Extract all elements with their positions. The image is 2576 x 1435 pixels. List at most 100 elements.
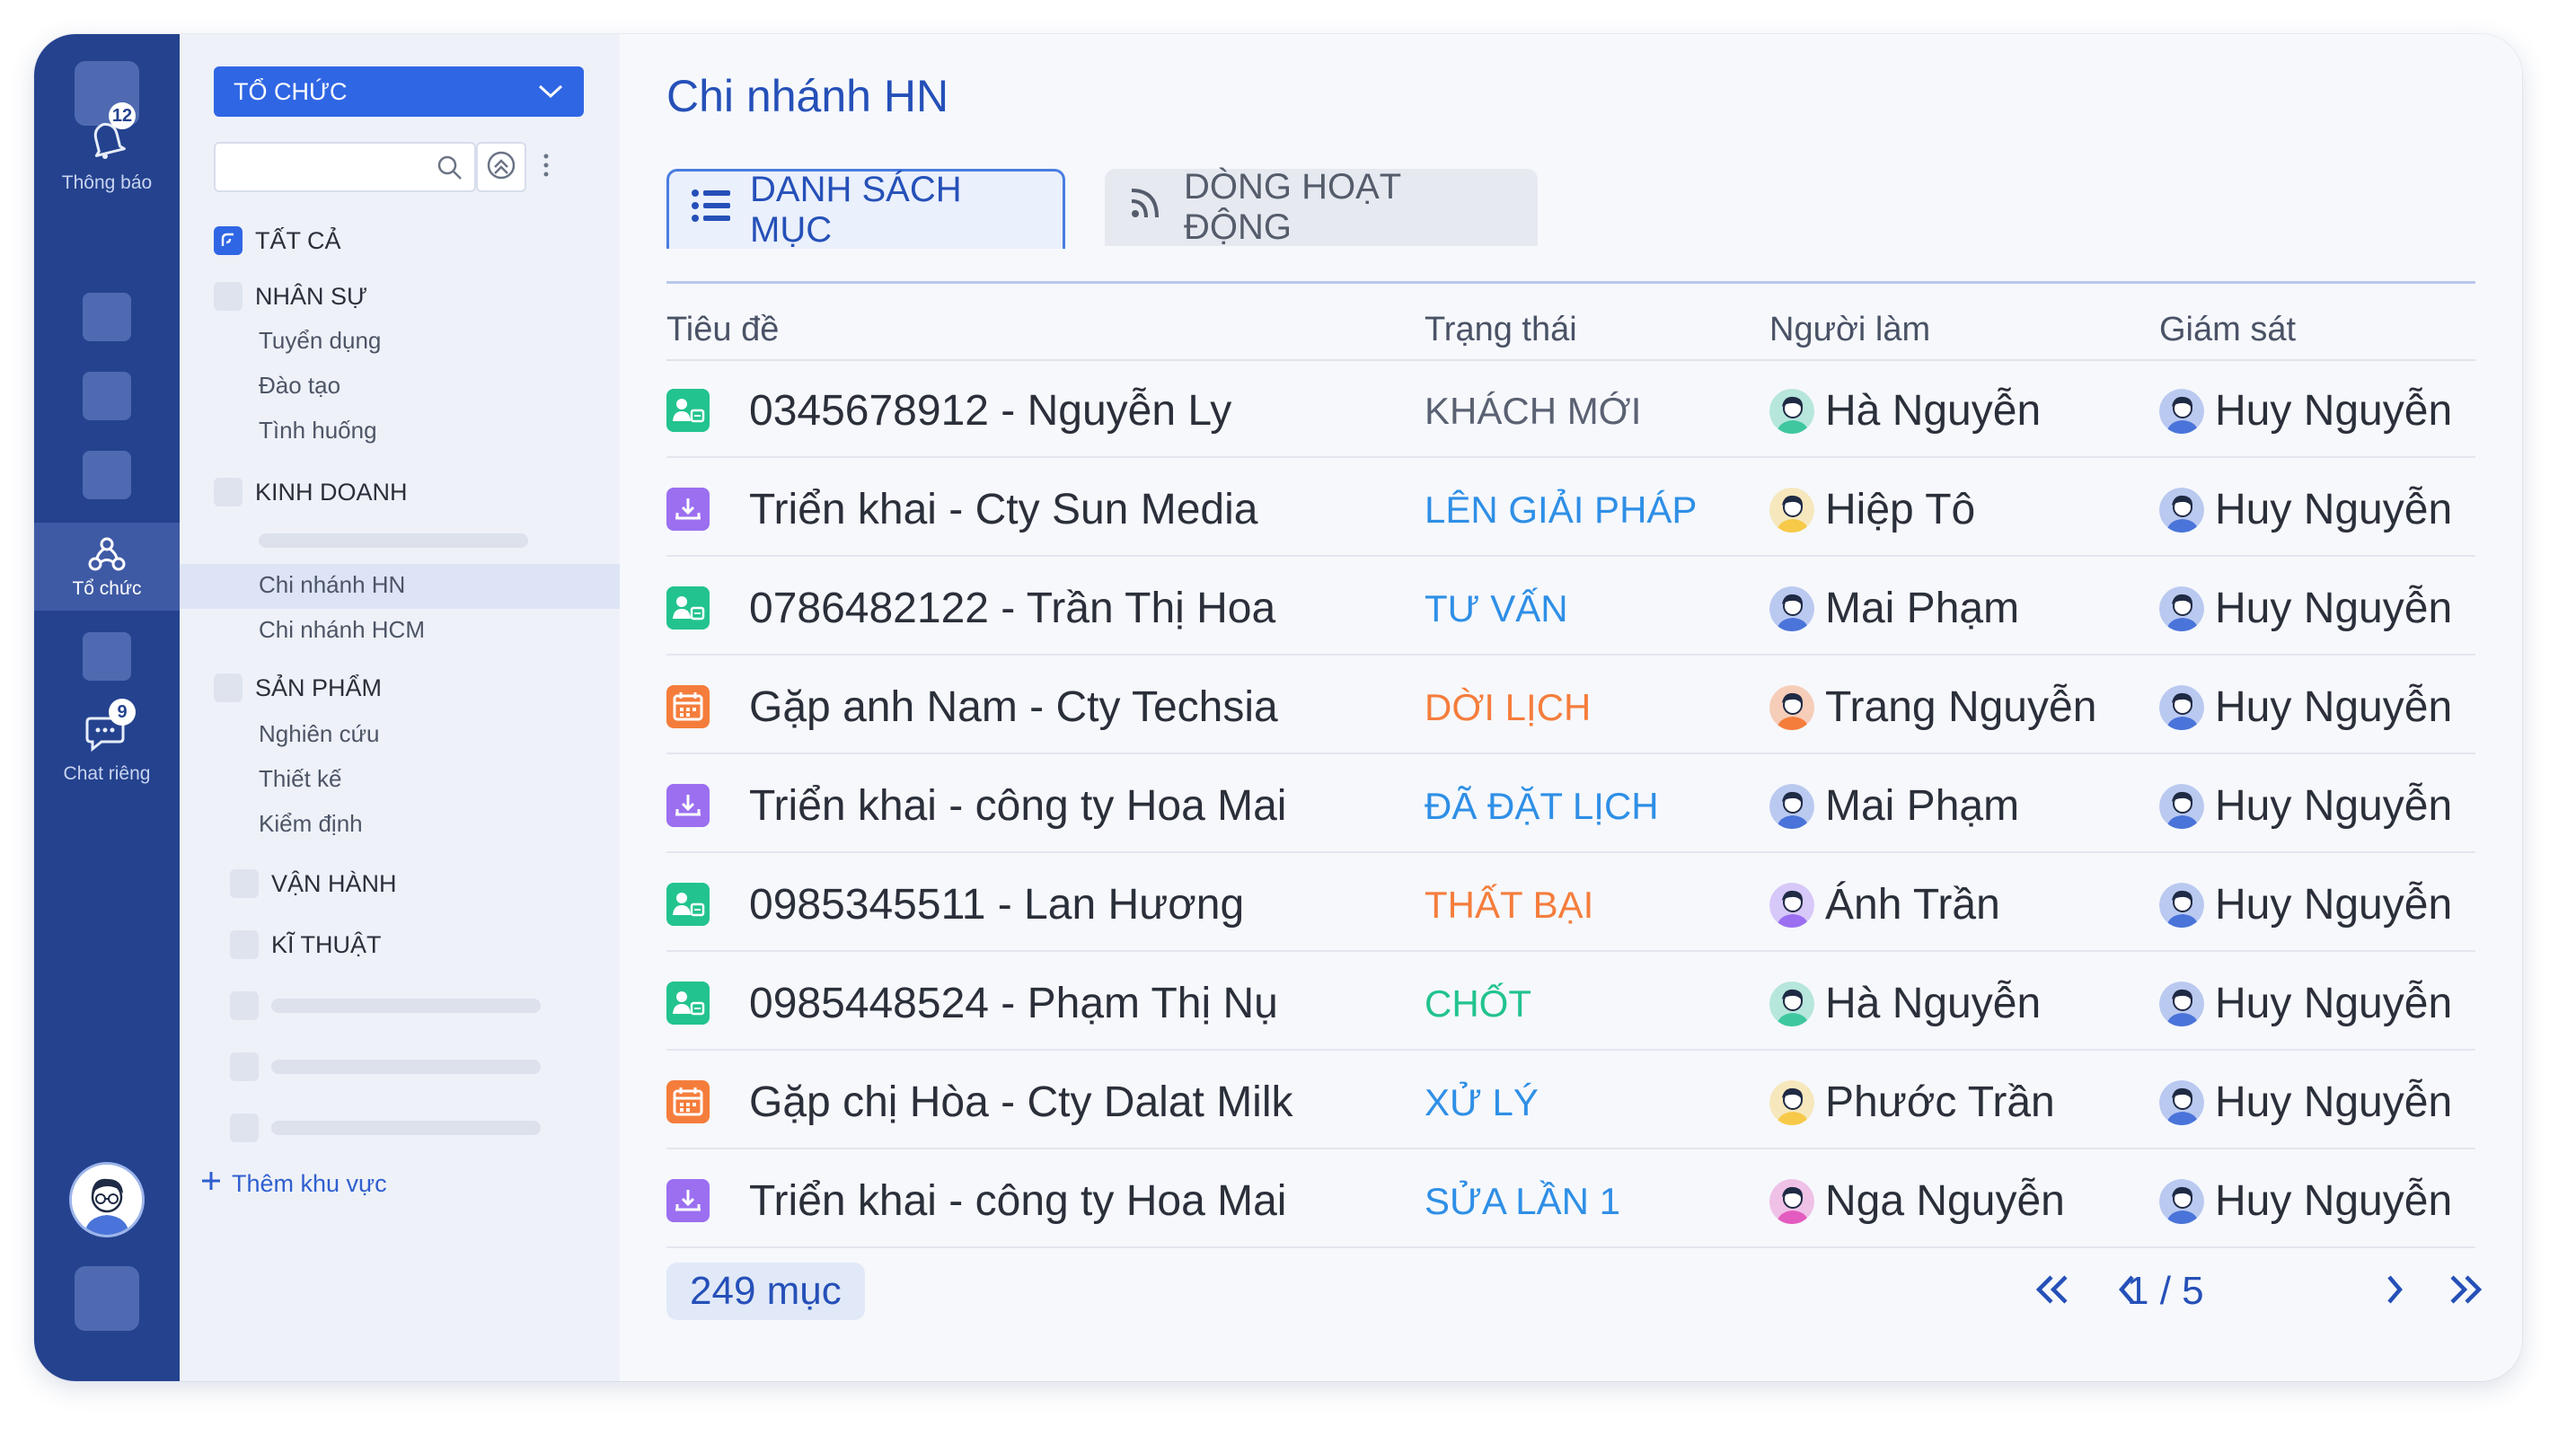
organization-sidebar: TỔ CHỨC TẤT CẢ NHÂN SỰ Tuyển dụng Đào tạ… xyxy=(180,34,620,1381)
group-checkbox[interactable] xyxy=(230,869,259,898)
tree-all-label: TẤT CẢ xyxy=(255,226,341,254)
column-header-status[interactable]: Trạng thái xyxy=(1425,311,1577,349)
supervisor-name: Huy Nguyễn xyxy=(2215,683,2453,731)
tree-item-hcm-branch[interactable]: Chi nhánh HCM xyxy=(259,616,425,644)
rail-private-chat[interactable]: 9 Chat riêng xyxy=(34,699,180,785)
rail-placeholder-item[interactable] xyxy=(83,632,131,681)
tree-item-research[interactable]: Nghiên cứu xyxy=(259,720,379,748)
group-checkbox[interactable] xyxy=(214,282,243,311)
search-icon[interactable] xyxy=(437,154,463,186)
supervisor-name: Huy Nguyễn xyxy=(2215,585,2453,632)
row-supervisor[interactable]: Huy Nguyễn xyxy=(2159,781,2452,831)
row-title[interactable]: Triển khai - công ty Hoa Mai xyxy=(749,781,1286,831)
filter-button[interactable] xyxy=(476,142,526,192)
column-header-assignee[interactable]: Người làm xyxy=(1769,311,1930,349)
row-title[interactable]: Gặp chị Hòa - Cty Dalat Milk xyxy=(749,1078,1293,1127)
row-title[interactable]: 0345678912 - Nguyễn Ly xyxy=(749,386,1231,436)
main-content: Chi nhánh HN DANH SÁCH MỤC DÒNG HOẠT ĐỘN… xyxy=(620,34,2522,1381)
row-assignee[interactable]: Mai Phạm xyxy=(1769,781,2019,831)
column-header-title[interactable]: Tiêu đề xyxy=(666,311,779,349)
all-checkbox[interactable] xyxy=(214,226,243,255)
row-assignee[interactable]: Phước Trần xyxy=(1769,1078,2055,1127)
row-supervisor[interactable]: Huy Nguyễn xyxy=(2159,682,2452,732)
organization-icon xyxy=(85,533,128,577)
add-area-button[interactable]: Thêm khu vực xyxy=(199,1169,387,1199)
table-row[interactable]: 0345678912 - Nguyễn Ly KHÁCH MỚI Hà Nguyễn… xyxy=(666,361,2475,458)
row-assignee[interactable]: Ánh Trần xyxy=(1769,880,2000,929)
chat-icon: 9 xyxy=(82,699,136,758)
row-assignee[interactable]: Nga Nguyễn xyxy=(1769,1176,2065,1226)
last-page-button[interactable] xyxy=(2445,1263,2486,1320)
row-supervisor[interactable]: Huy Nguyễn xyxy=(2159,1078,2452,1127)
page-indicator: 1 / 5 xyxy=(2127,1269,2204,1313)
tree-item-recruitment[interactable]: Tuyển dụng xyxy=(259,327,381,355)
more-options-button[interactable] xyxy=(530,142,562,192)
supervisor-name: Huy Nguyễn xyxy=(2215,1177,2453,1225)
row-title[interactable]: 0985448524 - Phạm Thị Nụ xyxy=(749,979,1278,1028)
row-assignee[interactable]: Hà Nguyễn xyxy=(1769,979,2041,1028)
row-assignee[interactable]: Hiệp Tô xyxy=(1769,485,1975,534)
row-supervisor[interactable]: Huy Nguyễn xyxy=(2159,386,2452,436)
rail-placeholder-item[interactable] xyxy=(83,451,131,499)
tree-item-design[interactable]: Thiết kế xyxy=(259,765,342,793)
row-title[interactable]: 0985345511 - Lan Hương xyxy=(749,880,1244,929)
table-row[interactable]: 0786482122 - Trần Thị Hoa TƯ VẤN Mai Phạm H… xyxy=(666,559,2475,656)
rail-placeholder-item[interactable] xyxy=(83,293,131,341)
org-select[interactable]: TỔ CHỨC xyxy=(214,66,584,117)
tree-item-verification[interactable]: Kiểm định xyxy=(259,810,363,838)
tree-group-operations[interactable]: VẬN HÀNH xyxy=(230,869,397,898)
rail-organization[interactable]: Tổ chức xyxy=(34,523,180,611)
group-checkbox[interactable] xyxy=(214,673,243,702)
next-page-button[interactable] xyxy=(2384,1263,2405,1320)
row-title[interactable]: Triển khai - Cty Sun Media xyxy=(749,485,1257,534)
row-title[interactable]: Triển khai - công ty Hoa Mai xyxy=(749,1176,1286,1226)
tab-activity-stream[interactable]: DÒNG HOẠT ĐỘNG xyxy=(1105,167,1538,247)
search-input[interactable] xyxy=(228,144,420,190)
row-title[interactable]: 0786482122 - Trần Thị Hoa xyxy=(749,584,1275,633)
row-supervisor[interactable]: Huy Nguyễn xyxy=(2159,584,2452,633)
group-checkbox[interactable] xyxy=(230,930,259,959)
assignee-avatar xyxy=(1769,981,1814,1026)
table-row[interactable]: Triển khai - công ty Hoa Mai ĐÃ ĐẶT LỊCH M… xyxy=(666,756,2475,853)
tree-item-hn-branch[interactable]: Chi nhánh HN xyxy=(259,571,405,599)
rail-placeholder-item[interactable] xyxy=(83,372,131,420)
row-assignee[interactable]: Trang Nguyễn xyxy=(1769,682,2096,732)
app-window: 12 Thông báo Tổ chức 9 Chat riêng TỔ CHỨ… xyxy=(34,34,2522,1381)
table-row[interactable]: 0985345511 - Lan Hương THẤT BẠI Ánh Trần Hu… xyxy=(666,855,2475,952)
customer-icon xyxy=(666,389,710,432)
tree-item-situations[interactable]: Tình huống xyxy=(259,417,377,445)
add-area-label: Thêm khu vực xyxy=(232,1170,387,1197)
tab-bar: DANH SÁCH MỤC DÒNG HOẠT ĐỘNG xyxy=(666,167,2475,284)
page-title: Chi nhánh HN xyxy=(666,71,949,121)
row-assignee[interactable]: Hà Nguyễn xyxy=(1769,386,2041,436)
tree-all[interactable]: TẤT CẢ xyxy=(214,226,341,255)
table-row[interactable]: Triển khai - công ty Hoa Mai SỬA LẦN 1 Nga… xyxy=(666,1151,2475,1248)
table-row[interactable]: 0985448524 - Phạm Thị Nụ CHỐT Hà Nguyễn Huy… xyxy=(666,954,2475,1051)
column-header-supervisor[interactable]: Giám sát xyxy=(2159,311,2296,349)
first-page-button[interactable] xyxy=(2032,1263,2073,1320)
assignee-name: Hà Nguyễn xyxy=(1825,980,2042,1027)
row-supervisor[interactable]: Huy Nguyễn xyxy=(2159,485,2452,534)
table-row[interactable]: Gặp anh Nam - Cty Techsia DỜI LỊCH Trang N… xyxy=(666,657,2475,754)
assignee-name: Hiệp Tô xyxy=(1825,486,1976,533)
rail-notifications[interactable]: 12 Thông báo xyxy=(34,102,180,194)
group-checkbox[interactable] xyxy=(214,478,243,506)
tree-group-product[interactable]: SẢN PHẨM xyxy=(214,673,382,702)
rail-bottom-item[interactable] xyxy=(75,1266,139,1331)
row-supervisor[interactable]: Huy Nguyễn xyxy=(2159,880,2452,929)
table-row[interactable]: Triển khai - Cty Sun Media LÊN GIẢI PHÁP H… xyxy=(666,460,2475,557)
supervisor-avatar xyxy=(2159,684,2204,730)
row-supervisor[interactable]: Huy Nguyễn xyxy=(2159,979,2452,1028)
tab-item-list[interactable]: DANH SÁCH MỤC xyxy=(666,169,1065,250)
row-supervisor[interactable]: Huy Nguyễn xyxy=(2159,1176,2452,1226)
row-assignee[interactable]: Mai Phạm xyxy=(1769,584,2019,633)
tree-group-technical[interactable]: KĨ THUẬT xyxy=(230,930,382,959)
rss-icon xyxy=(1126,183,1166,232)
tree-group-sales[interactable]: KINH DOANH xyxy=(214,478,408,506)
tree-item-training[interactable]: Đào tạo xyxy=(259,372,340,400)
tree-group-hr[interactable]: NHÂN SỰ xyxy=(214,282,367,311)
table-row[interactable]: Gặp chị Hòa - Cty Dalat Milk XỬ LÝ Phước T… xyxy=(666,1052,2475,1149)
row-status: CHỐT xyxy=(1425,982,1531,1025)
user-avatar[interactable] xyxy=(69,1162,145,1237)
row-title[interactable]: Gặp anh Nam - Cty Techsia xyxy=(749,682,1278,732)
